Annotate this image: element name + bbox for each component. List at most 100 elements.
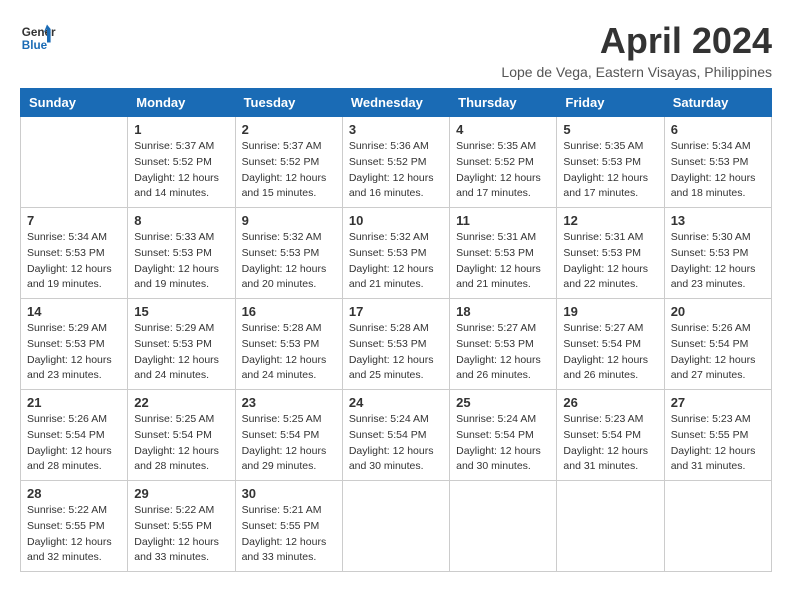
day-cell — [342, 481, 449, 572]
day-cell: 12 Sunrise: 5:31 AM Sunset: 5:53 PM Dayli… — [557, 208, 664, 299]
day-info: Sunrise: 5:27 AM Sunset: 5:54 PM Dayligh… — [563, 321, 657, 384]
day-number: 16 — [242, 304, 336, 319]
day-cell: 17 Sunrise: 5:28 AM Sunset: 5:53 PM Dayli… — [342, 299, 449, 390]
day-cell: 8 Sunrise: 5:33 AM Sunset: 5:53 PM Daylig… — [128, 208, 235, 299]
day-number: 21 — [27, 395, 121, 410]
day-number: 12 — [563, 213, 657, 228]
day-number: 20 — [671, 304, 765, 319]
day-number: 22 — [134, 395, 228, 410]
day-number: 23 — [242, 395, 336, 410]
day-number: 24 — [349, 395, 443, 410]
day-info: Sunrise: 5:30 AM Sunset: 5:53 PM Dayligh… — [671, 230, 765, 293]
day-number: 7 — [27, 213, 121, 228]
week-row-4: 21 Sunrise: 5:26 AM Sunset: 5:54 PM Dayli… — [21, 390, 772, 481]
day-number: 11 — [456, 213, 550, 228]
day-cell: 10 Sunrise: 5:32 AM Sunset: 5:53 PM Dayli… — [342, 208, 449, 299]
day-cell: 4 Sunrise: 5:35 AM Sunset: 5:52 PM Daylig… — [450, 117, 557, 208]
day-cell: 13Sunrise: 5:30 AM Sunset: 5:53 PM Dayli… — [664, 208, 771, 299]
day-info: Sunrise: 5:36 AM Sunset: 5:52 PM Dayligh… — [349, 139, 443, 202]
day-cell: 30 Sunrise: 5:21 AM Sunset: 5:55 PM Dayli… — [235, 481, 342, 572]
day-info: Sunrise: 5:26 AM Sunset: 5:54 PM Dayligh… — [671, 321, 765, 384]
day-info: Sunrise: 5:23 AM Sunset: 5:54 PM Dayligh… — [563, 412, 657, 475]
day-cell: 1 Sunrise: 5:37 AM Sunset: 5:52 PM Daylig… — [128, 117, 235, 208]
day-info: Sunrise: 5:22 AM Sunset: 5:55 PM Dayligh… — [134, 503, 228, 566]
day-info: Sunrise: 5:29 AM Sunset: 5:53 PM Dayligh… — [134, 321, 228, 384]
day-cell: 19 Sunrise: 5:27 AM Sunset: 5:54 PM Dayli… — [557, 299, 664, 390]
day-cell: 3Sunrise: 5:36 AM Sunset: 5:52 PM Daylig… — [342, 117, 449, 208]
day-info: Sunrise: 5:25 AM Sunset: 5:54 PM Dayligh… — [242, 412, 336, 475]
day-number: 10 — [349, 213, 443, 228]
day-number: 1 — [134, 122, 228, 137]
column-header-wednesday: Wednesday — [342, 89, 449, 117]
title-block: April 2024 Lope de Vega, Eastern Visayas… — [501, 20, 772, 80]
location-subtitle: Lope de Vega, Eastern Visayas, Philippin… — [501, 64, 772, 80]
day-number: 17 — [349, 304, 443, 319]
day-cell — [21, 117, 128, 208]
day-number: 9 — [242, 213, 336, 228]
column-header-tuesday: Tuesday — [235, 89, 342, 117]
day-cell: 20 Sunrise: 5:26 AM Sunset: 5:54 PM Dayli… — [664, 299, 771, 390]
day-info: Sunrise: 5:31 AM Sunset: 5:53 PM Dayligh… — [563, 230, 657, 293]
day-number: 8 — [134, 213, 228, 228]
day-cell: 6 Sunrise: 5:34 AM Sunset: 5:53 PM Daylig… — [664, 117, 771, 208]
day-number: 28 — [27, 486, 121, 501]
day-cell — [557, 481, 664, 572]
day-info: Sunrise: 5:34 AM Sunset: 5:53 PM Dayligh… — [671, 139, 765, 202]
day-cell: 16 Sunrise: 5:28 AM Sunset: 5:53 PM Dayli… — [235, 299, 342, 390]
column-header-monday: Monday — [128, 89, 235, 117]
day-number: 27 — [671, 395, 765, 410]
day-cell: 27 Sunrise: 5:23 AM Sunset: 5:55 PM Dayli… — [664, 390, 771, 481]
day-number: 26 — [563, 395, 657, 410]
day-cell: 18 Sunrise: 5:27 AM Sunset: 5:53 PM Dayli… — [450, 299, 557, 390]
day-cell — [450, 481, 557, 572]
day-number: 4 — [456, 122, 550, 137]
day-info: Sunrise: 5:31 AM Sunset: 5:53 PM Dayligh… — [456, 230, 550, 293]
week-row-1: 1 Sunrise: 5:37 AM Sunset: 5:52 PM Daylig… — [21, 117, 772, 208]
day-info: Sunrise: 5:37 AM Sunset: 5:52 PM Dayligh… — [242, 139, 336, 202]
day-number: 29 — [134, 486, 228, 501]
header-row: SundayMondayTuesdayWednesdayThursdayFrid… — [21, 89, 772, 117]
day-cell: 9Sunrise: 5:32 AM Sunset: 5:53 PM Daylig… — [235, 208, 342, 299]
day-info: Sunrise: 5:24 AM Sunset: 5:54 PM Dayligh… — [456, 412, 550, 475]
svg-text:Blue: Blue — [22, 39, 48, 52]
day-info: Sunrise: 5:26 AM Sunset: 5:54 PM Dayligh… — [27, 412, 121, 475]
day-number: 25 — [456, 395, 550, 410]
column-header-friday: Friday — [557, 89, 664, 117]
day-cell: 11 Sunrise: 5:31 AM Sunset: 5:53 PM Dayli… — [450, 208, 557, 299]
week-row-2: 7Sunrise: 5:34 AM Sunset: 5:53 PM Daylig… — [21, 208, 772, 299]
day-info: Sunrise: 5:35 AM Sunset: 5:53 PM Dayligh… — [563, 139, 657, 202]
day-info: Sunrise: 5:29 AM Sunset: 5:53 PM Dayligh… — [27, 321, 121, 384]
day-info: Sunrise: 5:21 AM Sunset: 5:55 PM Dayligh… — [242, 503, 336, 566]
day-number: 14 — [27, 304, 121, 319]
day-cell: 24 Sunrise: 5:24 AM Sunset: 5:54 PM Dayli… — [342, 390, 449, 481]
day-info: Sunrise: 5:24 AM Sunset: 5:54 PM Dayligh… — [349, 412, 443, 475]
day-number: 18 — [456, 304, 550, 319]
day-number: 30 — [242, 486, 336, 501]
day-info: Sunrise: 5:32 AM Sunset: 5:53 PM Dayligh… — [349, 230, 443, 293]
column-header-saturday: Saturday — [664, 89, 771, 117]
page-header: General Blue April 2024 Lope de Vega, Ea… — [20, 20, 772, 80]
column-header-thursday: Thursday — [450, 89, 557, 117]
day-cell: 5Sunrise: 5:35 AM Sunset: 5:53 PM Daylig… — [557, 117, 664, 208]
day-cell: 23 Sunrise: 5:25 AM Sunset: 5:54 PM Dayli… — [235, 390, 342, 481]
column-header-sunday: Sunday — [21, 89, 128, 117]
day-number: 2 — [242, 122, 336, 137]
day-cell — [664, 481, 771, 572]
day-cell: 14 Sunrise: 5:29 AM Sunset: 5:53 PM Dayli… — [21, 299, 128, 390]
day-number: 19 — [563, 304, 657, 319]
calendar-table: SundayMondayTuesdayWednesdayThursdayFrid… — [20, 88, 772, 572]
day-info: Sunrise: 5:23 AM Sunset: 5:55 PM Dayligh… — [671, 412, 765, 475]
day-number: 6 — [671, 122, 765, 137]
month-title: April 2024 — [501, 20, 772, 62]
day-info: Sunrise: 5:35 AM Sunset: 5:52 PM Dayligh… — [456, 139, 550, 202]
day-info: Sunrise: 5:37 AM Sunset: 5:52 PM Dayligh… — [134, 139, 228, 202]
day-info: Sunrise: 5:27 AM Sunset: 5:53 PM Dayligh… — [456, 321, 550, 384]
day-cell: 15Sunrise: 5:29 AM Sunset: 5:53 PM Dayli… — [128, 299, 235, 390]
day-info: Sunrise: 5:33 AM Sunset: 5:53 PM Dayligh… — [134, 230, 228, 293]
day-info: Sunrise: 5:28 AM Sunset: 5:53 PM Dayligh… — [242, 321, 336, 384]
logo-icon: General Blue — [20, 20, 56, 56]
day-info: Sunrise: 5:28 AM Sunset: 5:53 PM Dayligh… — [349, 321, 443, 384]
week-row-5: 28 Sunrise: 5:22 AM Sunset: 5:55 PM Dayli… — [21, 481, 772, 572]
week-row-3: 14 Sunrise: 5:29 AM Sunset: 5:53 PM Dayli… — [21, 299, 772, 390]
day-info: Sunrise: 5:22 AM Sunset: 5:55 PM Dayligh… — [27, 503, 121, 566]
